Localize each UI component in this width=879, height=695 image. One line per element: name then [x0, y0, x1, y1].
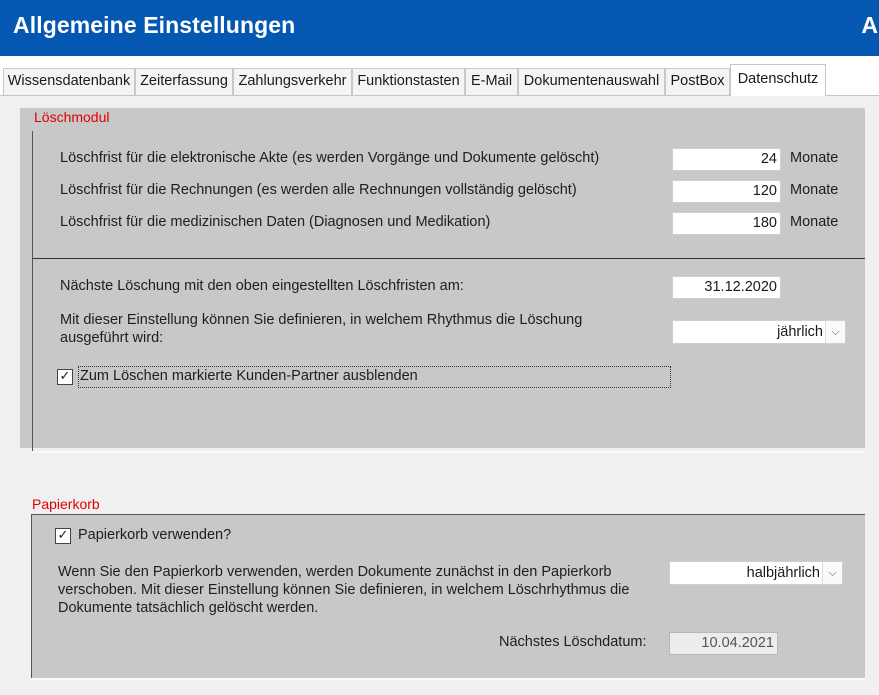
tab-funktionstasten[interactable]: Funktionstasten [352, 68, 465, 95]
tab-dokumentenauswahl[interactable]: Dokumentenauswahl [518, 68, 665, 95]
naechstes-loeschdatum-label: Nächstes Löschdatum: [499, 634, 647, 650]
tab-email[interactable]: E-Mail [465, 68, 518, 95]
tab-wissensdatenbank[interactable]: Wissensdatenbank [3, 68, 135, 95]
naechste-loeschung-label: Nächste Löschung mit den oben eingestell… [60, 278, 464, 294]
window-title-overflow: A [861, 12, 878, 38]
loeschmodul-frame-left [32, 131, 33, 451]
tab-postbox[interactable]: PostBox [665, 68, 730, 95]
papierkorb-frame-bottom [31, 678, 865, 680]
loeschrhythmus-value: jährlich [777, 324, 823, 340]
tab-zahlungsverkehr[interactable]: Zahlungsverkehr [233, 68, 352, 95]
loeschfrist-medizin-label: Löschfrist für die medizinischen Daten (… [60, 214, 491, 230]
loeschfrist-rechnungen-unit: Monate [790, 182, 839, 198]
naechstes-loeschdatum-field: 10.04.2021 [669, 632, 778, 655]
loeschfrist-akte-label: Löschfrist für die elektronische Akte (e… [60, 150, 600, 166]
datenschutz-panel: Löschmodul Löschfrist für die elektronis… [0, 96, 879, 695]
naechste-loeschung-date[interactable]: 31.12.2020 [672, 276, 781, 299]
loeschfrist-rechnungen-label: Löschfrist für die Rechnungen (es werden… [60, 182, 577, 198]
tab-zeiterfassung[interactable]: Zeiterfassung [135, 68, 233, 95]
hide-partners-checkbox[interactable]: ✓ [57, 369, 73, 385]
loeschfrist-akte-unit: Monate [790, 150, 839, 166]
papierkorb-rhythmus-value: halbjährlich [746, 565, 820, 581]
loeschmodul-title: Löschmodul [34, 109, 110, 125]
loeschrhythmus-select[interactable]: jährlich ⌵ [672, 320, 846, 344]
loeschfrist-medizin-input[interactable]: 180 [672, 212, 781, 235]
window-title: Allgemeine Einstellungen [13, 12, 296, 38]
window-titlebar: Allgemeine Einstellungen A [0, 0, 879, 56]
papierkorb-use-label[interactable]: Papierkorb verwenden? [78, 527, 231, 543]
papierkorb-title: Papierkorb [32, 496, 100, 512]
papierkorb-use-checkbox[interactable]: ✓ [55, 528, 71, 544]
section-divider [33, 258, 865, 259]
papierkorb-description: Wenn Sie den Papierkorb verwenden, werde… [58, 564, 630, 616]
loeschfrist-akte-input[interactable]: 24 [672, 148, 781, 171]
loeschfrist-medizin-unit: Monate [790, 214, 839, 230]
papierkorb-rhythmus-select[interactable]: halbjährlich ⌵ [669, 561, 843, 585]
tab-datenschutz[interactable]: Datenschutz [730, 64, 826, 96]
loeschrhythmus-label: Mit dieser Einstellung können Sie defini… [60, 312, 583, 346]
chevron-down-icon[interactable]: ⌵ [822, 562, 842, 584]
tab-strip: Wissensdatenbank Zeiterfassung Zahlungsv… [0, 56, 879, 96]
loeschfrist-rechnungen-input[interactable]: 120 [672, 180, 781, 203]
loeschmodul-frame-bottom [32, 451, 865, 453]
hide-partners-label[interactable]: Zum Löschen markierte Kunden-Partner aus… [80, 368, 418, 384]
chevron-down-icon[interactable]: ⌵ [825, 321, 845, 343]
